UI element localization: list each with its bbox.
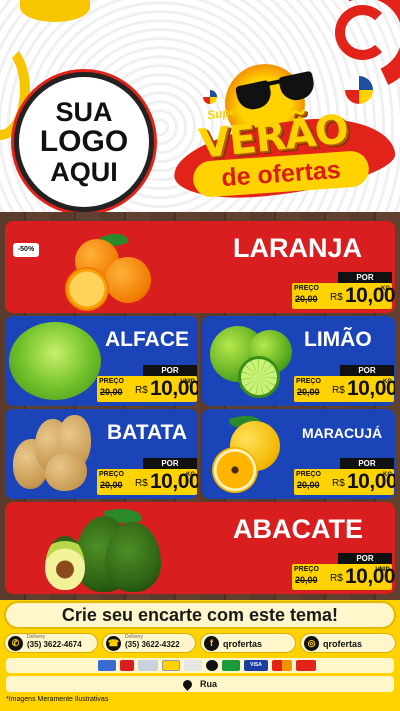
old-price: 20,00: [295, 575, 318, 585]
por-label: POR: [340, 458, 394, 469]
preco-label: PREÇO: [294, 285, 319, 292]
phone-icon: ☎: [106, 636, 121, 651]
preco-label: PREÇO: [296, 378, 321, 385]
facebook-icon: f: [204, 636, 219, 651]
footer: Crie seu encarte com este tema! ✆ Delive…: [0, 600, 400, 711]
mastercard-icon: [272, 660, 292, 671]
contact-phone[interactable]: ☎ Delivery (35) 3622-4322: [102, 633, 196, 653]
disclaimer: *Imagens Meramente Ilustrativas: [6, 696, 109, 703]
product-name: ALFACE: [105, 328, 189, 351]
currency: R$: [135, 385, 148, 396]
whatsapp-icon: ✆: [8, 636, 23, 651]
currency: R$: [135, 478, 148, 489]
payment-methods: VISA: [6, 658, 394, 673]
payment-card-icon: [206, 660, 218, 671]
discount-badge: -50%: [13, 243, 39, 257]
product-name: ABACATE: [233, 514, 363, 544]
currency: R$: [332, 385, 345, 396]
contact-whatsapp[interactable]: ✆ Delivery (35) 3622-4674: [4, 633, 98, 653]
address-text: Rua: [199, 679, 217, 689]
old-price: 20,00: [297, 480, 320, 490]
price-unit: KG: [383, 379, 392, 385]
price-tag: POR PREÇO 20,00 R$ 10,00 UNID: [292, 553, 395, 590]
contact-text: (35) 3622-4322: [125, 640, 180, 649]
summer-banner: Super VERÃO de ofertas: [165, 62, 400, 212]
old-price: 20,00: [100, 480, 123, 490]
avocado-icon: [105, 522, 161, 592]
instagram-icon: ◎: [304, 636, 319, 651]
logo-line: SUA: [55, 96, 113, 127]
old-price: 20,00: [295, 294, 318, 304]
product-card-batata[interactable]: BATATA POR PREÇO 20,00 R$ 10,00 KG: [5, 409, 198, 499]
product-card-limao[interactable]: LIMÃO POR PREÇO 20,00 R$ 10,00 KG: [202, 316, 395, 406]
orange-half-icon: [65, 267, 109, 311]
product-card-abacate[interactable]: ABACATE POR PREÇO 20,00 R$ 10,00 UNID: [5, 502, 395, 594]
payment-card-icon: [296, 660, 316, 671]
price-tag: POR PREÇO 20,00 R$ 10,00 KG: [294, 458, 395, 495]
payment-card-icon: [184, 660, 202, 671]
contact-text: (35) 3622-4674: [27, 640, 82, 649]
payment-card-icon: [162, 660, 180, 671]
logo-placeholder: SUA LOGO AQUI: [14, 72, 154, 212]
product-name: LARANJA: [233, 233, 363, 263]
visa-icon: VISA: [244, 660, 268, 671]
price-unit: UNID: [180, 379, 195, 385]
price-tag: POR PREÇO 20,00 R$ 10,00 UNID: [97, 365, 198, 402]
price-unit: KG: [186, 472, 195, 478]
price-tag: POR PREÇO 20,00 R$ 10,00 KG: [97, 458, 198, 495]
old-price: 20,00: [100, 387, 123, 397]
orange-icon: [105, 257, 151, 303]
preco-label: PREÇO: [296, 471, 321, 478]
lettuce-icon: [9, 322, 101, 400]
decorative-swirl: [335, 5, 390, 60]
products-grid: -50% LARANJA POR PREÇO 20,00 R$ 10,00 KG…: [0, 212, 400, 600]
por-label: POR: [143, 458, 197, 469]
currency: R$: [330, 573, 343, 584]
preco-label: PREÇO: [99, 471, 124, 478]
price-unit: UNID: [375, 567, 390, 573]
currency: R$: [330, 292, 343, 303]
contact-instagram[interactable]: ◎ qrofertas: [300, 633, 396, 653]
product-card-laranja[interactable]: -50% LARANJA POR PREÇO 20,00 R$ 10,00 KG: [5, 221, 395, 313]
contact-facebook[interactable]: f qrofertas: [200, 633, 296, 653]
decorative-swirl: [20, 0, 90, 22]
product-name: LIMÃO: [304, 328, 372, 351]
contact-text: qrofertas: [323, 639, 363, 649]
preco-label: PREÇO: [294, 566, 319, 573]
old-price: 20,00: [297, 387, 320, 397]
product-name: MARACUJÁ: [302, 425, 383, 441]
address-bar: Rua: [6, 676, 394, 692]
payment-card-icon: [98, 660, 116, 671]
beach-ball-icon: [345, 76, 373, 104]
beach-ball-icon: [203, 90, 217, 104]
por-label: POR: [143, 365, 197, 376]
preco-label: PREÇO: [99, 378, 124, 385]
product-card-alface[interactable]: ALFACE POR PREÇO 20,00 R$ 10,00 UNID: [5, 316, 198, 406]
price-tag: POR PREÇO 20,00 R$ 10,00 KG: [292, 272, 395, 309]
price-unit: KG: [381, 286, 390, 292]
potato-icon: [45, 453, 87, 491]
cta-banner[interactable]: Crie seu encarte com este tema!: [4, 601, 396, 629]
por-label: POR: [340, 365, 394, 376]
por-label: POR: [338, 272, 392, 283]
location-pin-icon: [181, 677, 194, 691]
contacts-row: ✆ Delivery (35) 3622-4674 ☎ Delivery (35…: [0, 633, 400, 655]
logo-line: LOGO: [39, 125, 129, 159]
lime-slice-icon: [238, 356, 280, 398]
logo-line: AQUI: [50, 156, 118, 187]
price-unit: KG: [383, 472, 392, 478]
por-label: POR: [338, 553, 392, 564]
header: SUA LOGO AQUI Super VERÃO de ofertas: [0, 0, 400, 212]
product-card-maracuja[interactable]: MARACUJÁ POR PREÇO 20,00 R$ 10,00 KG: [202, 409, 395, 499]
payment-card-icon: [138, 660, 158, 671]
payment-card-icon: [222, 660, 240, 671]
passion-fruit-half-icon: [212, 447, 258, 493]
product-name: BATATA: [107, 421, 188, 444]
contact-text: qrofertas: [223, 639, 263, 649]
currency: R$: [332, 478, 345, 489]
payment-card-icon: [120, 660, 134, 671]
price-tag: POR PREÇO 20,00 R$ 10,00 KG: [294, 365, 395, 402]
